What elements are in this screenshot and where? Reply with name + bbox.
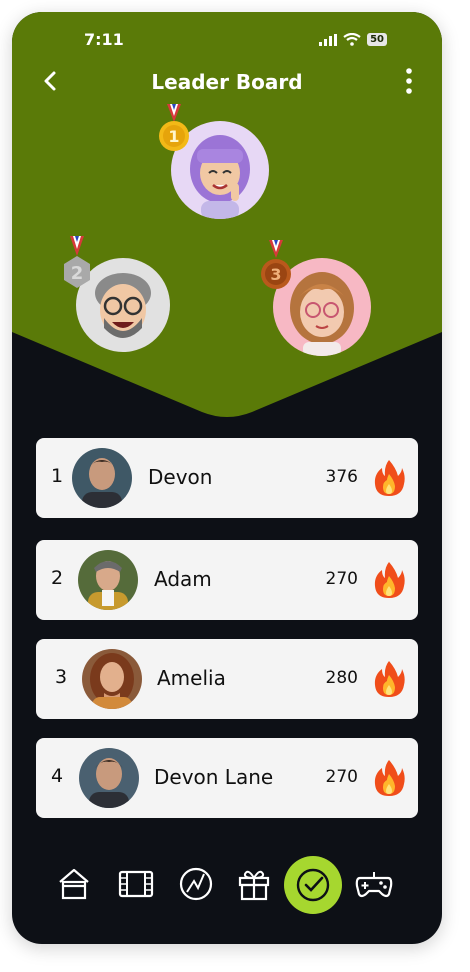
svg-text:1: 1 [168,127,179,146]
row-name: Adam [154,567,212,591]
fire-icon [374,460,405,496]
user-avatar [82,649,142,709]
row-score: 270 [325,767,358,787]
nav-active-indicator[interactable] [284,856,342,914]
leaderboard-row-4[interactable]: 4 Devon Lane 270 [36,738,418,818]
row-score: 280 [325,668,358,688]
wifi-icon [343,33,361,46]
row-name: Amelia [157,666,226,690]
row-rank: 3 [55,666,68,688]
signal-icon [319,33,338,46]
phone-screen: 7:11 50 Leader Board 1 2 3 1 Devon 376 2… [12,12,442,944]
row-score: 376 [325,467,358,487]
row-rank: 4 [51,765,64,787]
svg-text:2: 2 [71,263,84,284]
person-photo-icon [82,649,142,709]
gold-medal-icon: 1 [159,104,189,151]
silver-medal-icon: 2 [64,236,90,288]
home-icon[interactable] [54,864,94,904]
app-header: Leader Board [12,64,442,98]
fire-icon [374,562,405,598]
bronze-medal-icon: 3 [261,240,291,289]
battery-indicator: 50 [367,33,387,46]
row-name: Devon Lane [154,765,274,789]
status-icons: 50 [319,33,387,46]
person-photo-icon [79,748,139,808]
status-bar: 7:11 50 [12,30,442,54]
check-circle-icon [296,868,330,902]
gamepad-icon[interactable] [354,864,394,904]
svg-text:3: 3 [270,265,281,284]
person-photo-icon [78,550,138,610]
fire-icon [374,760,405,796]
row-score: 270 [325,569,358,589]
row-name: Devon [148,465,213,489]
leaderboard-row-1[interactable]: 1 Devon 376 [36,438,418,518]
gift-icon[interactable] [234,864,274,904]
row-rank: 1 [51,465,64,487]
more-vertical-icon[interactable] [402,66,416,96]
leaderboard-row-2[interactable]: 2 Adam 270 [36,540,418,620]
chart-icon[interactable] [176,864,216,904]
user-avatar [79,748,139,808]
fire-icon [374,661,405,697]
status-time: 7:11 [84,30,124,49]
user-avatar [78,550,138,610]
user-avatar [72,448,132,508]
row-rank: 2 [51,567,64,589]
page-title: Leader Board [151,70,303,94]
bottom-navigation [12,850,442,920]
person-photo-icon [72,448,132,508]
leaderboard-row-3[interactable]: 3 Amelia 280 [36,639,418,719]
film-icon[interactable] [116,864,156,904]
